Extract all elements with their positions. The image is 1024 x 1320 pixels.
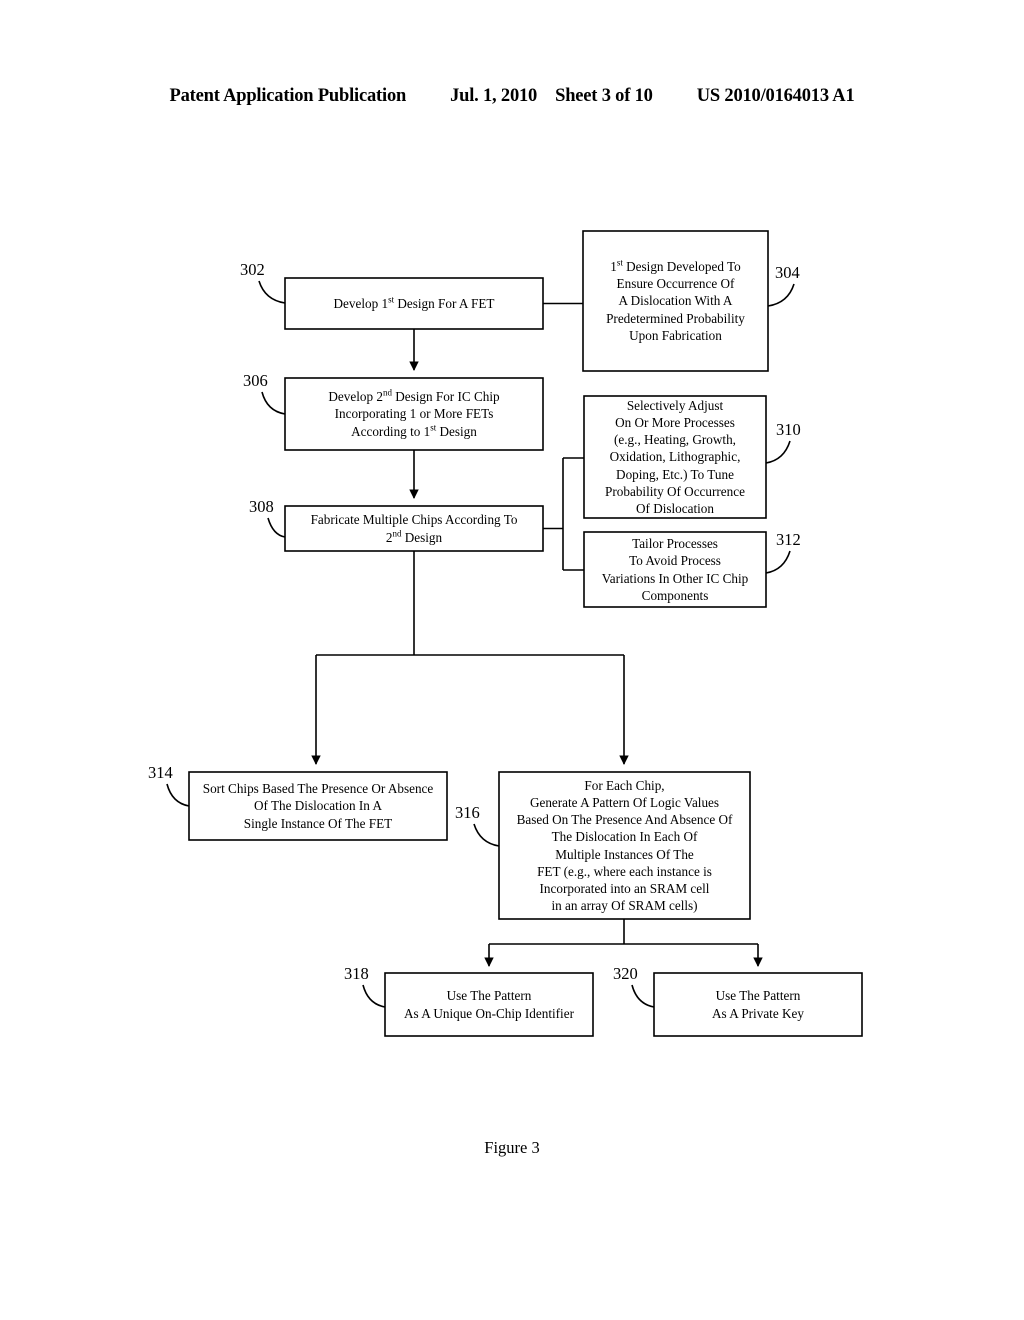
node-box-318 (384, 972, 594, 1037)
leader-line-302 (258, 280, 286, 304)
ref-numeral-320: 320 (613, 964, 638, 983)
flowchart-graphics (166, 230, 863, 1037)
leader-line-308 (267, 517, 286, 538)
leader-line-316 (473, 823, 500, 847)
node-box-308 (284, 505, 544, 552)
leader-line-314 (166, 783, 190, 807)
node-box-314 (188, 771, 448, 841)
ref-numeral-310: 310 (776, 420, 801, 439)
node-box-306 (284, 377, 544, 451)
ref-numeral-308: 308 (249, 497, 274, 516)
node-box-310 (583, 395, 767, 519)
ref-numeral-304: 304 (775, 263, 800, 282)
figure-3-flowchart: Develop 1st Design For A FET 1st Design … (0, 0, 1024, 1320)
node-box-312 (583, 531, 767, 608)
ref-numeral-312: 312 (776, 530, 801, 549)
figure-caption: Figure 3 (484, 1138, 540, 1157)
node-box-320 (653, 972, 863, 1037)
node-box-316 (498, 771, 751, 920)
leader-line-310 (765, 440, 791, 464)
ref-numeral-316: 316 (455, 803, 480, 822)
ref-numeral-302: 302 (240, 260, 265, 279)
node-box-302 (284, 277, 544, 330)
leader-line-306 (261, 391, 286, 415)
node-box-304 (582, 230, 769, 372)
leader-line-318 (362, 984, 386, 1008)
leader-line-320 (631, 984, 655, 1008)
ref-numeral-306: 306 (243, 371, 268, 390)
ref-numeral-314: 314 (148, 763, 173, 782)
leader-line-304 (767, 283, 795, 307)
leader-line-312 (765, 550, 791, 574)
ref-numeral-318: 318 (344, 964, 369, 983)
